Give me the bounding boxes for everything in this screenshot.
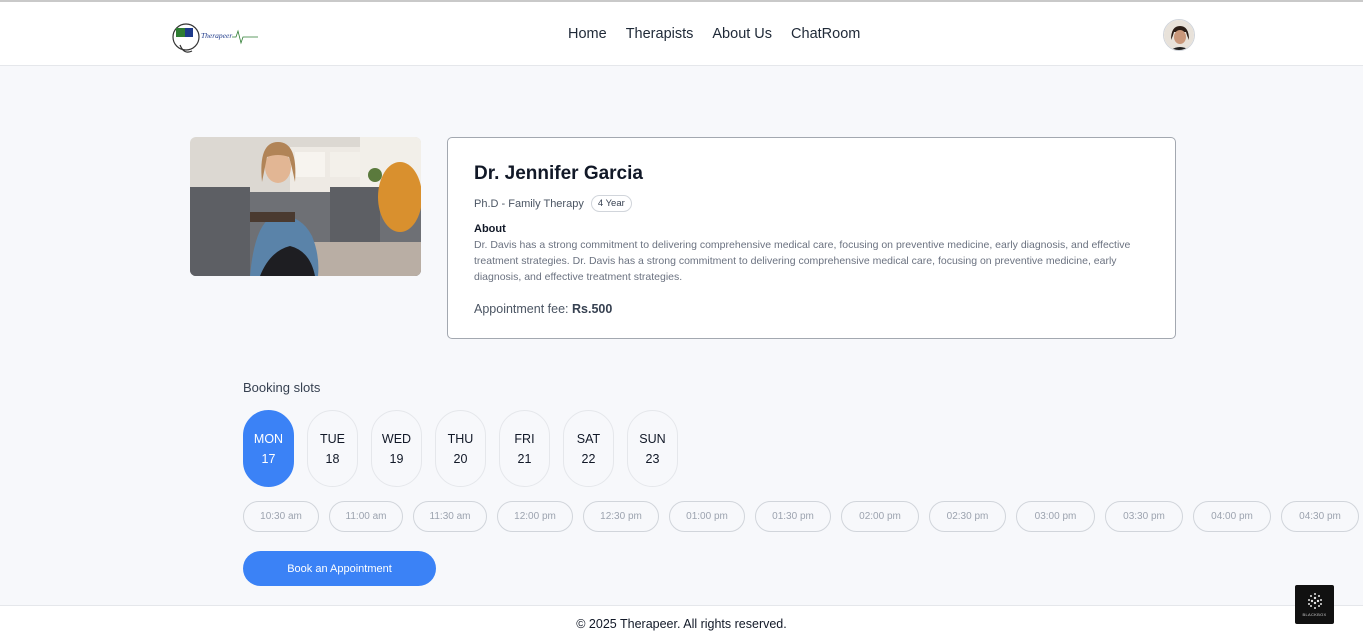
time-slot-list: 10:30 am 11:00 am 11:30 am 12:00 pm 12:3… [243,501,1359,532]
therapeer-logo[interactable]: Therapeer [170,15,260,59]
doctor-degree: Ph.D - Family Therapy [474,197,584,210]
day-slot-mon[interactable]: MON 17 [243,410,294,487]
day-name: WED [381,431,412,446]
fee-value: Rs.500 [572,302,613,316]
day-slot-sat[interactable]: SAT 22 [563,410,614,487]
day-date: 17 [261,451,276,466]
day-name: THU [447,431,474,446]
time-slot[interactable]: 01:00 pm [669,501,745,532]
nav-link-about-us[interactable]: About Us [712,26,772,42]
doctor-name: Dr. Jennifer Garcia [474,163,643,184]
day-date: 20 [453,451,468,466]
day-slot-thu[interactable]: THU 20 [435,410,486,487]
footer: © 2025 Therapeer. All rights reserved. [0,605,1363,642]
nav-link-chatroom[interactable]: ChatRoom [791,26,860,42]
day-name: MON [253,431,284,446]
appointment-fee: Appointment fee: Rs.500 [474,302,1149,316]
blackbox-widget[interactable]: BLACKBOX [1295,585,1334,624]
day-slot-fri[interactable]: FRI 21 [499,410,550,487]
day-date: 21 [517,451,532,466]
time-slot[interactable]: 02:30 pm [929,501,1006,532]
day-slot-tue[interactable]: TUE 18 [307,410,358,487]
user-avatar[interactable] [1163,19,1195,51]
day-date: 18 [325,451,340,466]
time-slot[interactable]: 03:30 pm [1105,501,1183,532]
booking-slots-title: Booking slots [243,380,321,395]
day-name: SAT [576,431,601,446]
time-slot[interactable]: 12:30 pm [583,501,659,532]
about-text: Dr. Davis has a strong commitment to del… [474,239,1131,283]
time-slot[interactable]: 02:00 pm [841,501,919,532]
day-date: 23 [645,451,660,466]
time-slot[interactable]: 04:30 pm [1281,501,1359,532]
experience-badge: 4 Year [590,195,632,212]
day-slot-wed[interactable]: WED 19 [371,410,422,487]
main-nav: Home Therapists About Us ChatRoom [568,26,860,42]
svg-text:Therapeer: Therapeer [201,31,232,40]
day-name: FRI [514,431,535,446]
time-slot[interactable]: 12:00 pm [497,501,573,532]
nav-link-therapists[interactable]: Therapists [626,26,694,42]
nav-link-home[interactable]: Home [568,26,607,42]
doctor-info-card: Dr. Jennifer Garcia Ph.D - Family Therap… [447,137,1176,339]
fee-label: Appointment fee: [474,302,569,316]
day-date: 22 [581,451,596,466]
time-slot[interactable]: 04:00 pm [1193,501,1271,532]
about-label: About [474,223,506,235]
time-slot[interactable]: 11:30 am [413,501,487,532]
day-name: SUN [639,431,666,446]
time-slot[interactable]: 01:30 pm [755,501,831,532]
book-appointment-button[interactable]: Book an Appointment [243,551,436,586]
top-navbar: Therapeer Home Therapists About Us ChatR… [0,0,1363,66]
day-date: 19 [389,451,404,466]
blackbox-icon [1307,593,1322,609]
blackbox-label: BLACKBOX [1302,612,1327,617]
degree-row: Ph.D - Family Therapy 4 Year [474,195,1149,212]
copyright-text: © 2025 Therapeer. All rights reserved. [576,617,787,631]
time-slot[interactable]: 10:30 am [243,501,319,532]
time-slot[interactable]: 03:00 pm [1016,501,1095,532]
time-slot[interactable]: 11:00 am [329,501,403,532]
doctor-photo [190,137,421,276]
day-selector: MON 17 TUE 18 WED 19 THU 20 FRI 21 SAT 2… [243,410,678,487]
day-slot-sun[interactable]: SUN 23 [627,410,678,487]
day-name: TUE [320,431,345,446]
